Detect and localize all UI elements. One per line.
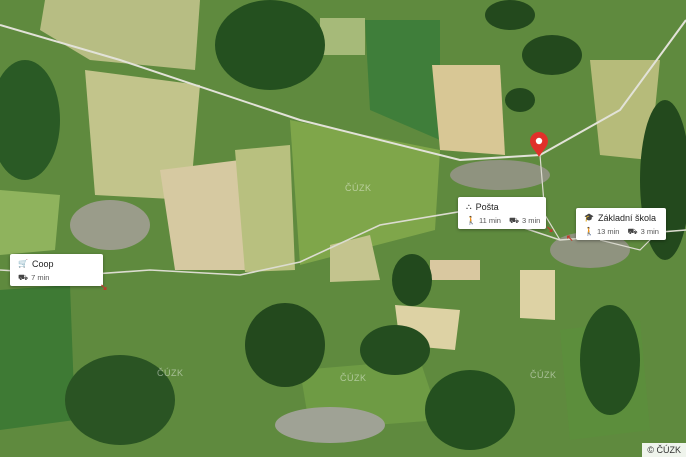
poi-card-posta[interactable]: ⛬ Pošta 🚶 11 min ⛟ 3 min [458, 197, 546, 229]
forest [522, 35, 582, 75]
poi-card-school[interactable]: 🎓 Základní škola Šu... 🚶 13 min ⛟ 3 min [576, 208, 666, 240]
walk-time-value: 13 min [596, 227, 620, 236]
drive-time-value: 7 min [31, 273, 50, 282]
drive-time: ⛟ 3 min [627, 227, 658, 236]
walk-icon: 🚶 [584, 226, 594, 236]
cart-icon: 🛒 [18, 259, 28, 268]
watermark-4: ČÚZK [340, 373, 367, 383]
drive-time-value: 3 min [640, 227, 659, 236]
poi-title: 🎓 Základní škola Šu... [584, 213, 658, 223]
field [520, 270, 555, 320]
forest [580, 305, 640, 415]
village [275, 407, 385, 443]
copyright-notice[interactable]: © ČÚZK [642, 443, 686, 457]
poi-name: Pošta [475, 202, 499, 212]
forest [425, 370, 515, 450]
forest [215, 0, 325, 90]
field [235, 145, 295, 272]
poi-meta: ⛟ 7 min [18, 273, 95, 282]
village [70, 200, 150, 250]
forest [505, 88, 535, 112]
walk-time-value: 11 min [478, 216, 501, 225]
poi-card-coop[interactable]: 🛒 Coop ⛟ 7 min [10, 254, 103, 286]
car-icon: ⛟ [18, 272, 29, 282]
pointer-arrow-icon: ↘ [546, 224, 554, 234]
walk-time: 🚶 11 min [466, 216, 501, 225]
drive-time: ⛟ 3 min [509, 216, 540, 225]
poi-title: 🛒 Coop [18, 259, 95, 269]
poi-name: Základní škola Šu... [597, 213, 658, 223]
poi-meta: 🚶 11 min ⛟ 3 min [466, 216, 540, 225]
car-icon: ⛟ [627, 226, 638, 236]
village [450, 160, 550, 190]
forest [392, 254, 432, 306]
watermark-3: ČÚZK [157, 368, 184, 378]
poi-meta: 🚶 13 min ⛟ 3 min [584, 227, 659, 236]
drive-time-value: 3 min [522, 216, 541, 225]
walk-icon: 🚶 [466, 215, 476, 225]
car-icon: ⛟ [508, 215, 520, 225]
pointer-arrow-icon: ↘ [100, 282, 108, 292]
field [0, 190, 60, 255]
walk-time: 🚶 13 min [584, 227, 619, 236]
pointer-arrow-icon: ↖ [566, 233, 574, 243]
watermark-2: ČÚZK [530, 370, 557, 380]
field [430, 260, 480, 280]
drive-time: ⛟ 7 min [18, 273, 49, 282]
field [0, 285, 75, 430]
forest [245, 303, 325, 387]
forest [360, 325, 430, 375]
poi-name: Coop [31, 259, 54, 269]
field [160, 160, 245, 270]
field [320, 18, 365, 55]
forest [485, 0, 535, 30]
field [432, 65, 505, 155]
poi-title: ⛬ Pošta [466, 202, 538, 212]
school-icon: 🎓 [584, 213, 594, 222]
watermark-1: ČÚZK [345, 183, 372, 193]
post-icon: ⛬ [466, 202, 472, 211]
